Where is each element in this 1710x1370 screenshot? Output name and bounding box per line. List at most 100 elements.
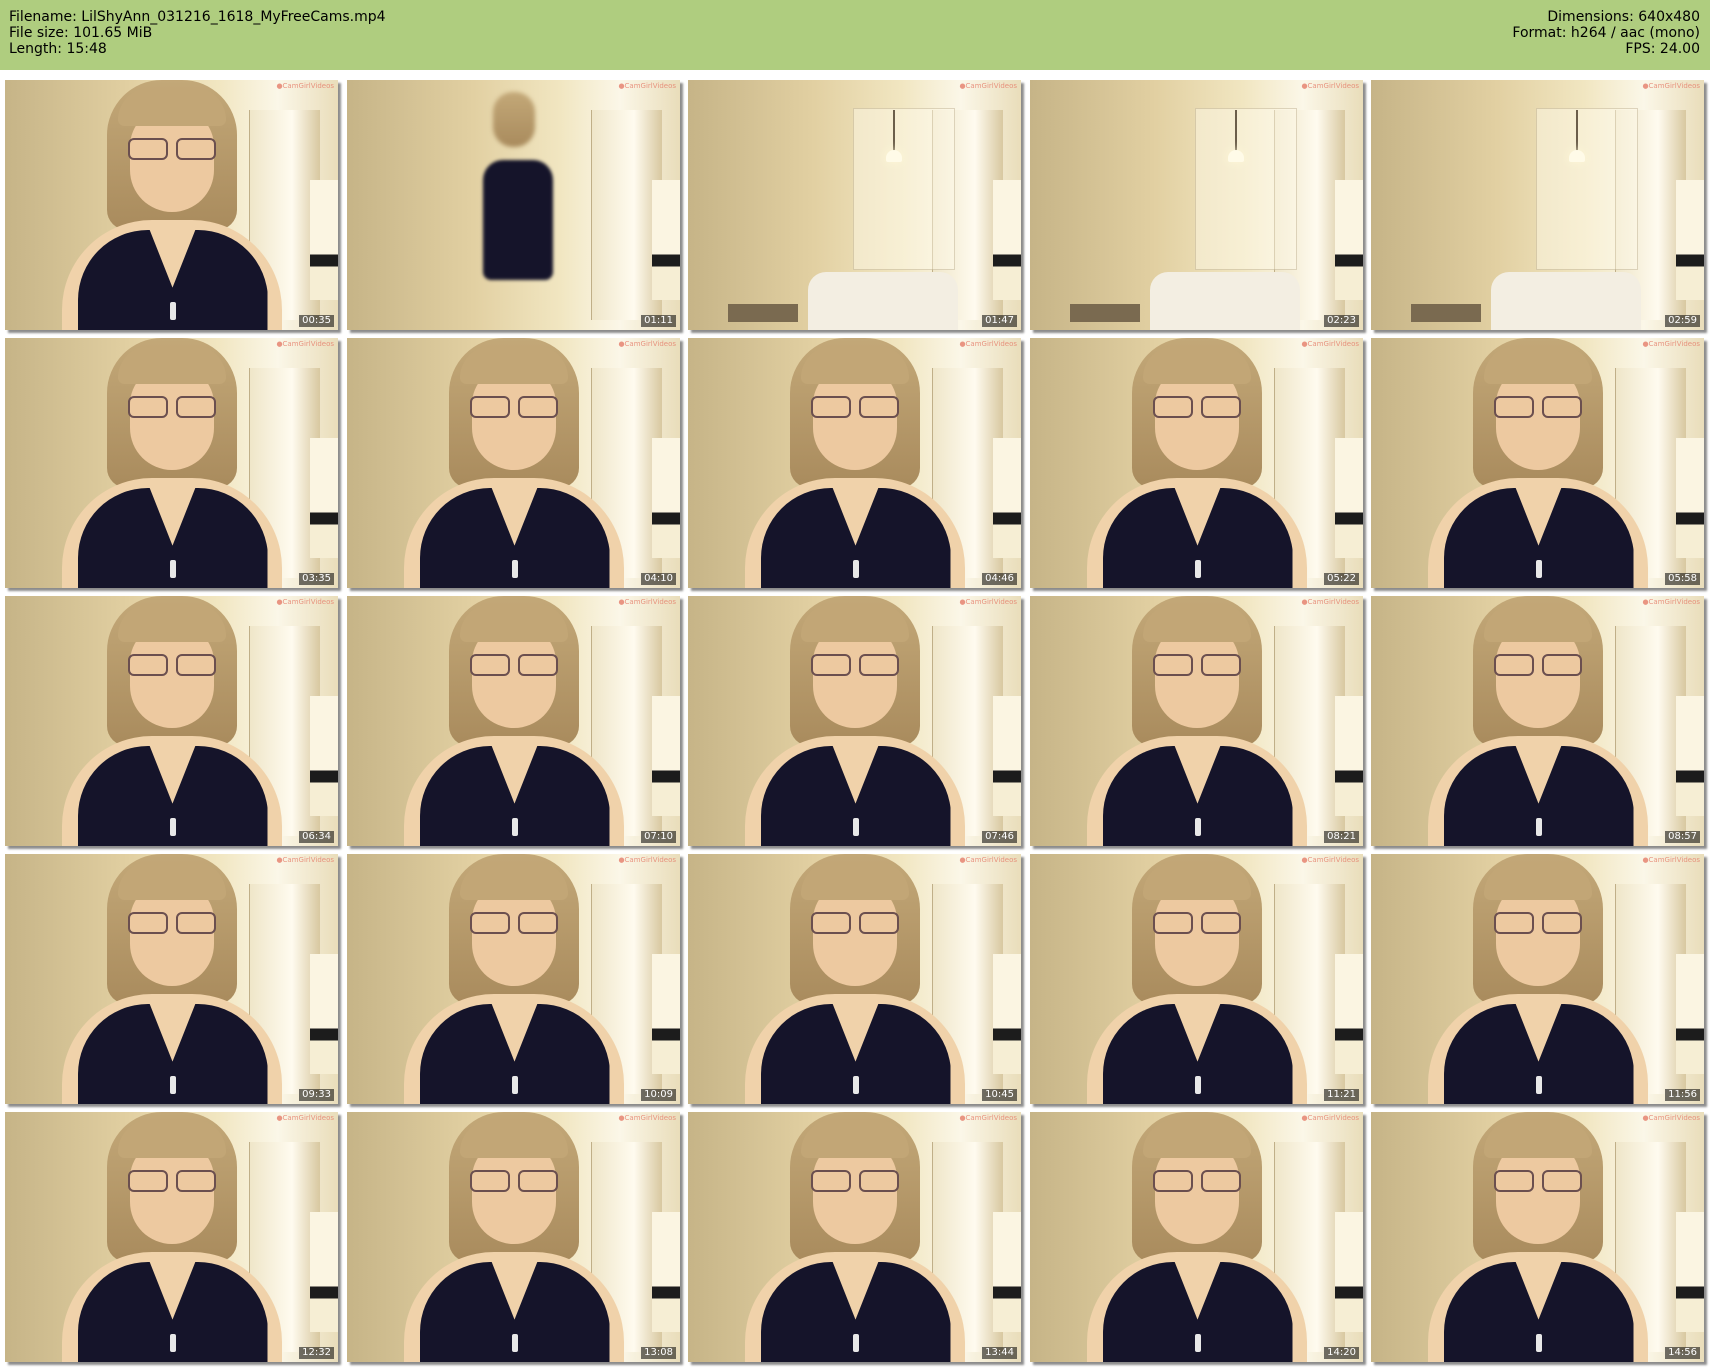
cabinet xyxy=(310,696,338,816)
file-info-left: Filename: LilShyAnn_031216_1618_MyFreeCa… xyxy=(9,9,386,57)
person-figure xyxy=(384,854,644,1104)
bangs xyxy=(117,862,226,900)
video-thumbnail[interactable]: ●CamGirlVideos 13:44 xyxy=(688,1112,1021,1362)
video-thumbnail[interactable]: ●CamGirlVideos 04:46 xyxy=(688,338,1021,588)
timestamp-label: 07:46 xyxy=(982,831,1017,843)
bangs xyxy=(117,1120,226,1158)
watermark-logo: ●CamGirlVideos xyxy=(1642,1114,1700,1122)
person-figure xyxy=(1408,596,1668,846)
frame-background: ●CamGirlVideos xyxy=(688,1112,1021,1362)
video-thumbnail[interactable]: ●CamGirlVideos 05:58 xyxy=(1371,338,1704,588)
video-thumbnail[interactable]: ●CamGirlVideos 02:59 xyxy=(1371,80,1704,330)
video-thumbnail[interactable]: ●CamGirlVideos 00:35 xyxy=(5,80,338,330)
video-thumbnail[interactable]: ●CamGirlVideos 14:56 xyxy=(1371,1112,1704,1362)
watermark-logo: ●CamGirlVideos xyxy=(618,598,676,606)
timestamp-label: 02:59 xyxy=(1665,315,1700,327)
fps-label: FPS: 24.00 xyxy=(1625,41,1700,57)
bangs xyxy=(117,88,226,126)
video-thumbnail[interactable]: ●CamGirlVideos 14:20 xyxy=(1030,1112,1363,1362)
necklace xyxy=(1194,1076,1201,1094)
video-thumbnail[interactable]: ●CamGirlVideos 08:21 xyxy=(1030,596,1363,846)
timestamp-label: 01:11 xyxy=(641,315,676,327)
bangs xyxy=(800,604,909,642)
timestamp-label: 08:57 xyxy=(1665,831,1700,843)
video-thumbnail[interactable]: ●CamGirlVideos 02:23 xyxy=(1030,80,1363,330)
timestamp-label: 00:35 xyxy=(299,315,334,327)
frame-background: ●CamGirlVideos xyxy=(1371,338,1704,588)
watermark-logo: ●CamGirlVideos xyxy=(959,856,1017,864)
person-figure xyxy=(384,596,644,846)
bangs xyxy=(1142,862,1251,900)
video-thumbnail[interactable]: ●CamGirlVideos 12:32 xyxy=(5,1112,338,1362)
timestamp-label: 14:20 xyxy=(1324,1347,1359,1359)
person-figure xyxy=(469,80,559,330)
person-figure xyxy=(725,1112,985,1362)
glasses-icon xyxy=(1152,654,1241,676)
video-thumbnail[interactable]: ●CamGirlVideos 07:10 xyxy=(347,596,680,846)
person-figure xyxy=(1067,596,1327,846)
person-figure xyxy=(42,854,302,1104)
glasses-icon xyxy=(1152,1170,1241,1192)
necklace xyxy=(511,818,518,836)
frame-background: ●CamGirlVideos xyxy=(5,1112,338,1362)
video-thumbnail[interactable]: ●CamGirlVideos 11:21 xyxy=(1030,854,1363,1104)
format-label: Format: h264 / aac (mono) xyxy=(1512,25,1700,41)
watermark-logo: ●CamGirlVideos xyxy=(276,340,334,348)
bangs xyxy=(1142,346,1251,384)
necklace xyxy=(1535,818,1542,836)
video-thumbnail[interactable]: ●CamGirlVideos 08:57 xyxy=(1371,596,1704,846)
frame-background: ●CamGirlVideos xyxy=(347,1112,680,1362)
frame-background: ●CamGirlVideos xyxy=(688,80,1021,330)
watermark-logo: ●CamGirlVideos xyxy=(276,1114,334,1122)
frame-background: ●CamGirlVideos xyxy=(5,338,338,588)
person-figure xyxy=(384,1112,644,1362)
lamp-icon xyxy=(886,110,902,162)
glasses-icon xyxy=(127,912,216,934)
watermark-logo: ●CamGirlVideos xyxy=(1301,1114,1359,1122)
glasses-icon xyxy=(127,396,216,418)
person-figure xyxy=(1067,1112,1327,1362)
video-thumbnail[interactable]: ●CamGirlVideos 06:34 xyxy=(5,596,338,846)
necklace xyxy=(1535,1076,1542,1094)
frame-background: ●CamGirlVideos xyxy=(5,596,338,846)
timestamp-label: 10:45 xyxy=(982,1089,1017,1101)
timestamp-label: 01:47 xyxy=(982,315,1017,327)
cabinet xyxy=(1335,696,1363,816)
video-thumbnail[interactable]: ●CamGirlVideos 01:47 xyxy=(688,80,1021,330)
video-thumbnail[interactable]: ●CamGirlVideos 07:46 xyxy=(688,596,1021,846)
shirt xyxy=(482,160,553,280)
timestamp-label: 03:35 xyxy=(299,573,334,585)
watermark-logo: ●CamGirlVideos xyxy=(959,598,1017,606)
watermark-logo: ●CamGirlVideos xyxy=(276,598,334,606)
watermark-logo: ●CamGirlVideos xyxy=(1301,82,1359,90)
video-thumbnail[interactable]: ●CamGirlVideos 13:08 xyxy=(347,1112,680,1362)
necklace xyxy=(852,1076,859,1094)
necklace xyxy=(852,1334,859,1352)
lamp-icon xyxy=(1228,110,1244,162)
glasses-icon xyxy=(1152,396,1241,418)
watermark-logo: ●CamGirlVideos xyxy=(959,1114,1017,1122)
video-thumbnail[interactable]: ●CamGirlVideos 04:10 xyxy=(347,338,680,588)
video-thumbnail[interactable]: ●CamGirlVideos 01:11 xyxy=(347,80,680,330)
video-thumbnail[interactable]: ●CamGirlVideos 05:22 xyxy=(1030,338,1363,588)
person-figure xyxy=(1067,338,1327,588)
frame-background: ●CamGirlVideos xyxy=(1030,596,1363,846)
frame-background: ●CamGirlVideos xyxy=(1371,1112,1704,1362)
watermark-logo: ●CamGirlVideos xyxy=(1642,340,1700,348)
mirror xyxy=(853,108,955,270)
video-thumbnail[interactable]: ●CamGirlVideos 03:35 xyxy=(5,338,338,588)
cabinet xyxy=(1335,180,1363,300)
frame-background: ●CamGirlVideos xyxy=(347,80,680,330)
video-thumbnail[interactable]: ●CamGirlVideos 11:56 xyxy=(1371,854,1704,1104)
watermark-logo: ●CamGirlVideos xyxy=(276,82,334,90)
timestamp-label: 09:33 xyxy=(299,1089,334,1101)
video-thumbnail[interactable]: ●CamGirlVideos 10:09 xyxy=(347,854,680,1104)
video-thumbnail[interactable]: ●CamGirlVideos 09:33 xyxy=(5,854,338,1104)
watermark-logo: ●CamGirlVideos xyxy=(618,82,676,90)
video-thumbnail[interactable]: ●CamGirlVideos 10:45 xyxy=(688,854,1021,1104)
cabinet xyxy=(652,696,680,816)
frame-background: ●CamGirlVideos xyxy=(5,80,338,330)
watermark-logo: ●CamGirlVideos xyxy=(1642,82,1700,90)
bangs xyxy=(800,1120,909,1158)
bangs xyxy=(1483,604,1592,642)
